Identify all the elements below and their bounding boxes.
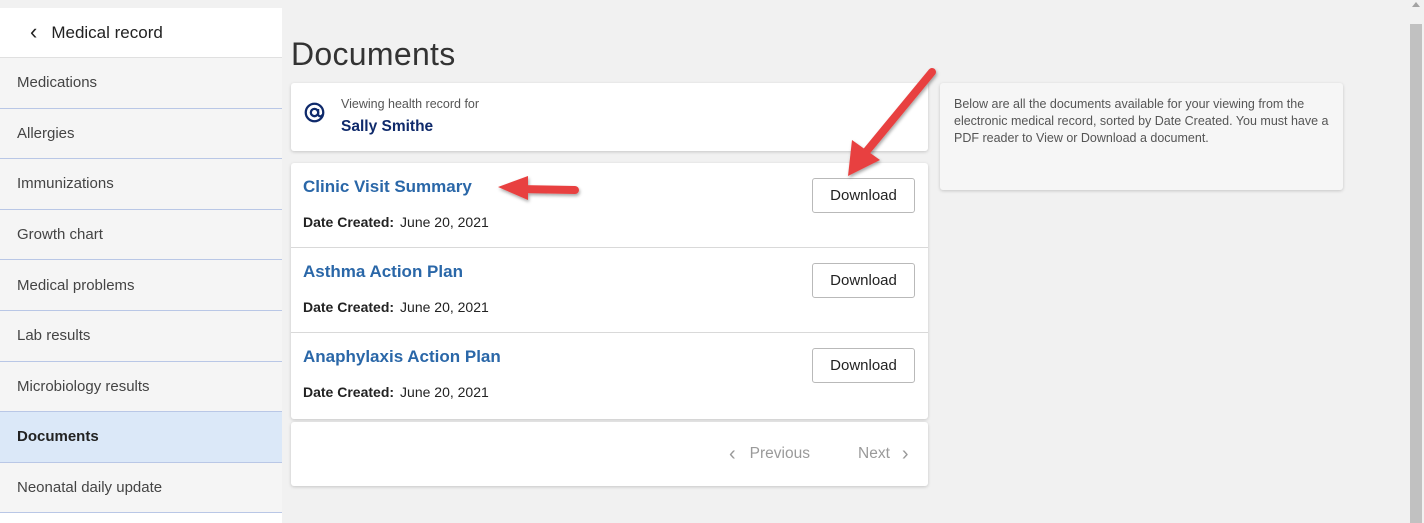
next-label: Next [858,445,890,462]
document-title-link[interactable]: Anaphylaxis Action Plan [303,347,501,367]
document-date: Date Created: June 20, 2021 [303,299,489,315]
sidebar-item-allergies[interactable]: Allergies [0,108,282,160]
document-date: Date Created: June 20, 2021 [303,214,489,230]
list-item: Asthma Action Plan Date Created: June 20,… [291,248,928,333]
info-panel: Below are all the documents available fo… [940,83,1343,190]
scrollbar[interactable] [1408,0,1424,523]
document-date: Date Created: June 20, 2021 [303,384,489,400]
download-button[interactable]: Download [812,348,915,383]
sidebar-item-growth-chart[interactable]: Growth chart [0,209,282,261]
previous-label: Previous [749,445,810,462]
download-button[interactable]: Download [812,263,915,298]
sidebar-item-label: Neonatal daily update [17,479,163,497]
sidebar-item-medical-problems[interactable]: Medical problems [0,260,282,311]
back-label: Medical record [51,22,163,42]
document-title-link[interactable]: Clinic Visit Summary [303,177,472,197]
date-label: Date Created: [303,299,395,315]
sidebar-item-neonatal-daily-update[interactable]: Neonatal daily update [0,462,282,514]
sidebar-item-label: Medications [17,74,98,92]
chevron-right-icon: › [901,443,909,465]
viewing-record-card: Viewing health record for Sally Smithe [291,83,928,151]
sidebar-item-medications[interactable]: Medications [0,58,282,109]
sidebar-item-microbiology-results[interactable]: Microbiology results [0,361,282,413]
patient-name: Sally Smithe [341,118,434,135]
sidebar-item-documents[interactable]: Documents [0,412,282,463]
at-sign-icon [304,102,325,123]
page-title: Documents [291,36,456,72]
sidebar-item-label: Lab results [17,327,91,345]
chevron-left-icon: ‹ [30,18,38,44]
sidebar-item-label: Microbiology results [17,377,150,395]
chevron-left-icon: ‹ [729,443,736,465]
date-value: June 20, 2021 [400,214,489,230]
sidebar-item-label: Immunizations [17,175,114,193]
sidebar-item-label: Documents [17,428,99,446]
documents-list: Clinic Visit Summary Date Created: June 2… [291,163,928,419]
scroll-thumb[interactable] [1410,24,1422,523]
scroll-up-arrow-icon[interactable] [1412,2,1420,7]
sidebar-item-label: Growth chart [17,226,103,244]
list-item: Clinic Visit Summary Date Created: June 2… [291,163,928,248]
sidebar-item-immunizations[interactable]: Immunizations [0,159,282,210]
next-page-button[interactable]: Next › [858,444,909,464]
sidebar-item-label: Medical problems [17,276,135,294]
document-title-link[interactable]: Asthma Action Plan [303,262,463,282]
date-label: Date Created: [303,384,395,400]
sidebar-item-label: Allergies [17,124,75,142]
sidebar-item-lab-results[interactable]: Lab results [0,310,282,362]
viewing-label: Viewing health record for [341,97,480,111]
sidebar-nav: ‹ Medical record Medications Allergies I… [0,8,282,523]
pagination: ‹ Previous Next › [291,422,928,486]
date-value: June 20, 2021 [400,299,489,315]
download-button[interactable]: Download [812,178,915,213]
info-text: Below are all the documents available fo… [954,97,1329,145]
previous-page-button[interactable]: ‹ Previous [729,444,810,464]
list-item: Anaphylaxis Action Plan Date Created: Jun… [291,333,928,418]
date-value: June 20, 2021 [400,384,489,400]
date-label: Date Created: [303,214,395,230]
back-to-medical-record[interactable]: ‹ Medical record [0,8,282,58]
